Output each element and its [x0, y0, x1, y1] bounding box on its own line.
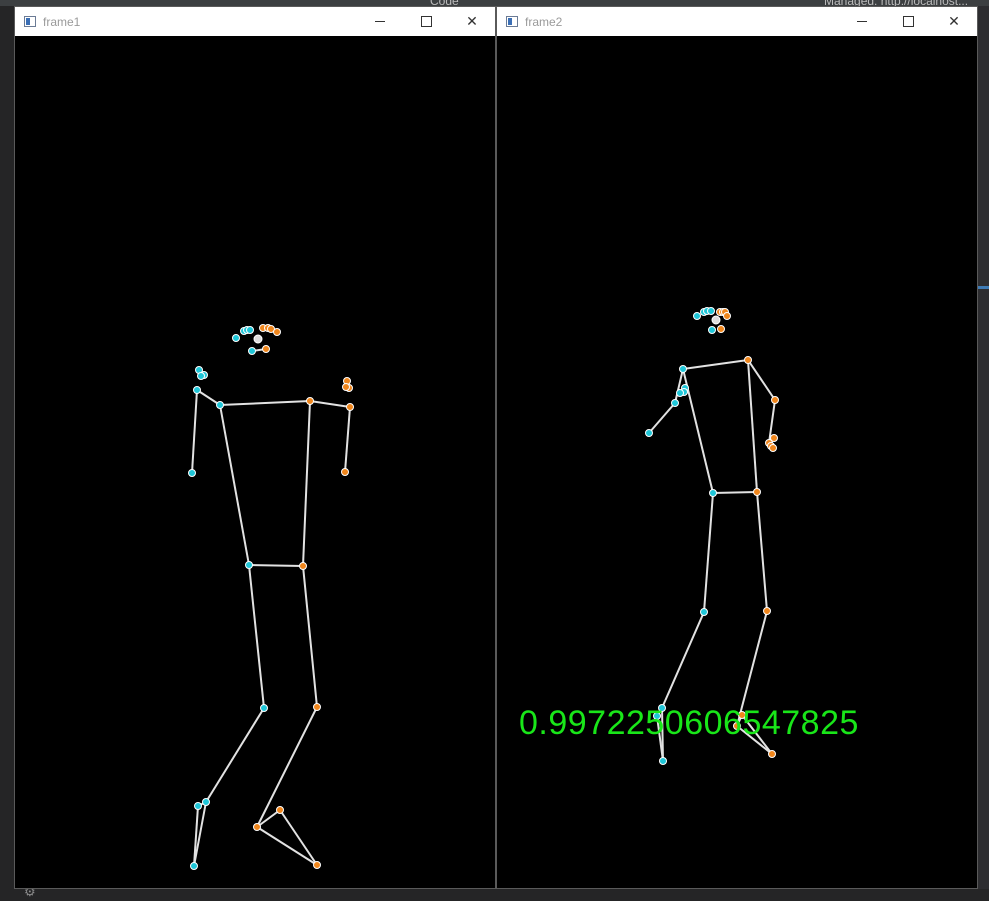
- ide-bottom-bar: [0, 889, 989, 901]
- joint-l_eye_o: [707, 307, 715, 315]
- close-icon: ✕: [466, 13, 478, 29]
- bone-l_hip-r_hip: [248, 564, 304, 567]
- bone-r_shoulder-r_elbow: [309, 400, 351, 408]
- frame2-window[interactable]: frame2 ✕ 0.9972250606547825: [496, 6, 978, 889]
- joint-l_mouth: [708, 326, 716, 334]
- pose-canvas: 0.9972250606547825: [497, 36, 977, 888]
- joint-r_elbow: [346, 403, 354, 411]
- frame1-window[interactable]: frame1 ✕: [14, 6, 496, 889]
- window-title: frame2: [525, 14, 563, 29]
- app-window-icon: [506, 16, 518, 27]
- joint-r_elbow: [771, 396, 779, 404]
- joint-nose: [711, 315, 721, 325]
- bone-l_elbow-l_wrist: [648, 402, 676, 434]
- joint-r_thumb: [769, 444, 777, 452]
- joint-r_thumb: [342, 383, 350, 391]
- joint-l_elbow: [193, 386, 201, 394]
- close-icon: ✕: [948, 13, 960, 29]
- bone-r_elbow-r_wrist: [344, 406, 351, 473]
- maximize-icon: [902, 16, 914, 27]
- bone-l_hip-r_hip: [712, 491, 758, 494]
- joint-r_ankle: [276, 806, 284, 814]
- ide-right-gutter: [977, 6, 989, 901]
- ide-accent-bar: [977, 286, 989, 289]
- joint-r_mouth: [717, 325, 725, 333]
- joint-l_hip: [245, 561, 253, 569]
- joint-l_ear: [693, 312, 701, 320]
- joint-r_heel: [253, 823, 261, 831]
- bone-l_knee-l_ankle: [661, 611, 705, 709]
- bone-r_ankle-r_foot: [279, 809, 318, 866]
- joint-l_knee: [700, 608, 708, 616]
- joint-r_ear: [273, 328, 281, 336]
- bone-l_shoulder-r_shoulder: [682, 359, 749, 370]
- frame2-titlebar[interactable]: frame2 ✕: [497, 7, 977, 36]
- joint-r_knee: [763, 607, 771, 615]
- bone-r_heel-r_foot: [256, 826, 318, 866]
- bone-r_hip-r_knee: [756, 491, 768, 612]
- joint-r_knee: [313, 703, 321, 711]
- joint-l_elbow: [671, 399, 679, 407]
- joint-r_pinky: [770, 434, 778, 442]
- joint-r_foot: [768, 750, 776, 758]
- bone-l_elbow-l_wrist: [191, 389, 198, 474]
- joint-r_foot: [313, 861, 321, 869]
- bone-l_knee-l_ankle: [205, 707, 265, 803]
- maximize-button[interactable]: [885, 7, 931, 36]
- similarity-score: 0.9972250606547825: [519, 704, 859, 742]
- maximize-button[interactable]: [403, 7, 449, 36]
- minimize-icon: [857, 21, 867, 22]
- bone-r_knee-r_heel: [256, 706, 318, 828]
- joint-l_knee: [260, 704, 268, 712]
- frame1-titlebar[interactable]: frame1 ✕: [15, 7, 495, 36]
- joint-l_hip: [709, 489, 717, 497]
- ide-left-gutter: [0, 6, 14, 901]
- joint-l_foot: [659, 757, 667, 765]
- joint-r_wrist: [341, 468, 349, 476]
- bone-l_shoulder-r_shoulder: [219, 400, 311, 406]
- joint-l_mouth: [248, 347, 256, 355]
- app-window-icon: [24, 16, 36, 27]
- joint-nose: [253, 334, 263, 344]
- joint-l_heel: [194, 802, 202, 810]
- joint-r_mouth: [262, 345, 270, 353]
- joint-r_hip: [753, 488, 761, 496]
- joint-l_thumb: [676, 389, 684, 397]
- minimize-button[interactable]: [839, 7, 885, 36]
- joint-l_foot: [190, 862, 198, 870]
- joint-l_wrist: [188, 469, 196, 477]
- bone-r_shoulder-r_hip: [302, 400, 311, 567]
- joint-r_ear: [723, 312, 731, 320]
- bone-r_shoulder-r_hip: [747, 359, 758, 493]
- pose-skeleton-frame1: [188, 324, 354, 870]
- joint-l_ear: [232, 334, 240, 342]
- bone-l_hip-l_knee: [703, 492, 714, 613]
- close-button[interactable]: ✕: [449, 7, 495, 36]
- close-button[interactable]: ✕: [931, 7, 977, 36]
- joint-l_shoulder: [216, 401, 224, 409]
- bone-r_hip-r_knee: [302, 565, 318, 708]
- joint-r_shoulder: [306, 397, 314, 405]
- window-title: frame1: [43, 14, 81, 29]
- minimize-icon: [375, 21, 385, 22]
- joint-l_eye_o: [246, 326, 254, 334]
- maximize-icon: [420, 16, 432, 27]
- joint-l_shoulder: [679, 365, 687, 373]
- pose-canvas: [15, 36, 495, 888]
- joint-r_hip: [299, 562, 307, 570]
- bone-r_shoulder-r_elbow: [747, 359, 776, 401]
- bone-l_shoulder-l_hip: [219, 404, 250, 566]
- joint-l_ankle: [202, 798, 210, 806]
- minimize-button[interactable]: [357, 7, 403, 36]
- joint-l_thumb: [197, 372, 205, 380]
- bone-l_shoulder-l_elbow: [196, 389, 221, 406]
- joint-l_wrist: [645, 429, 653, 437]
- pose-skeleton-frame2: [645, 307, 779, 765]
- joint-r_shoulder: [744, 356, 752, 364]
- bone-l_hip-l_knee: [248, 564, 265, 709]
